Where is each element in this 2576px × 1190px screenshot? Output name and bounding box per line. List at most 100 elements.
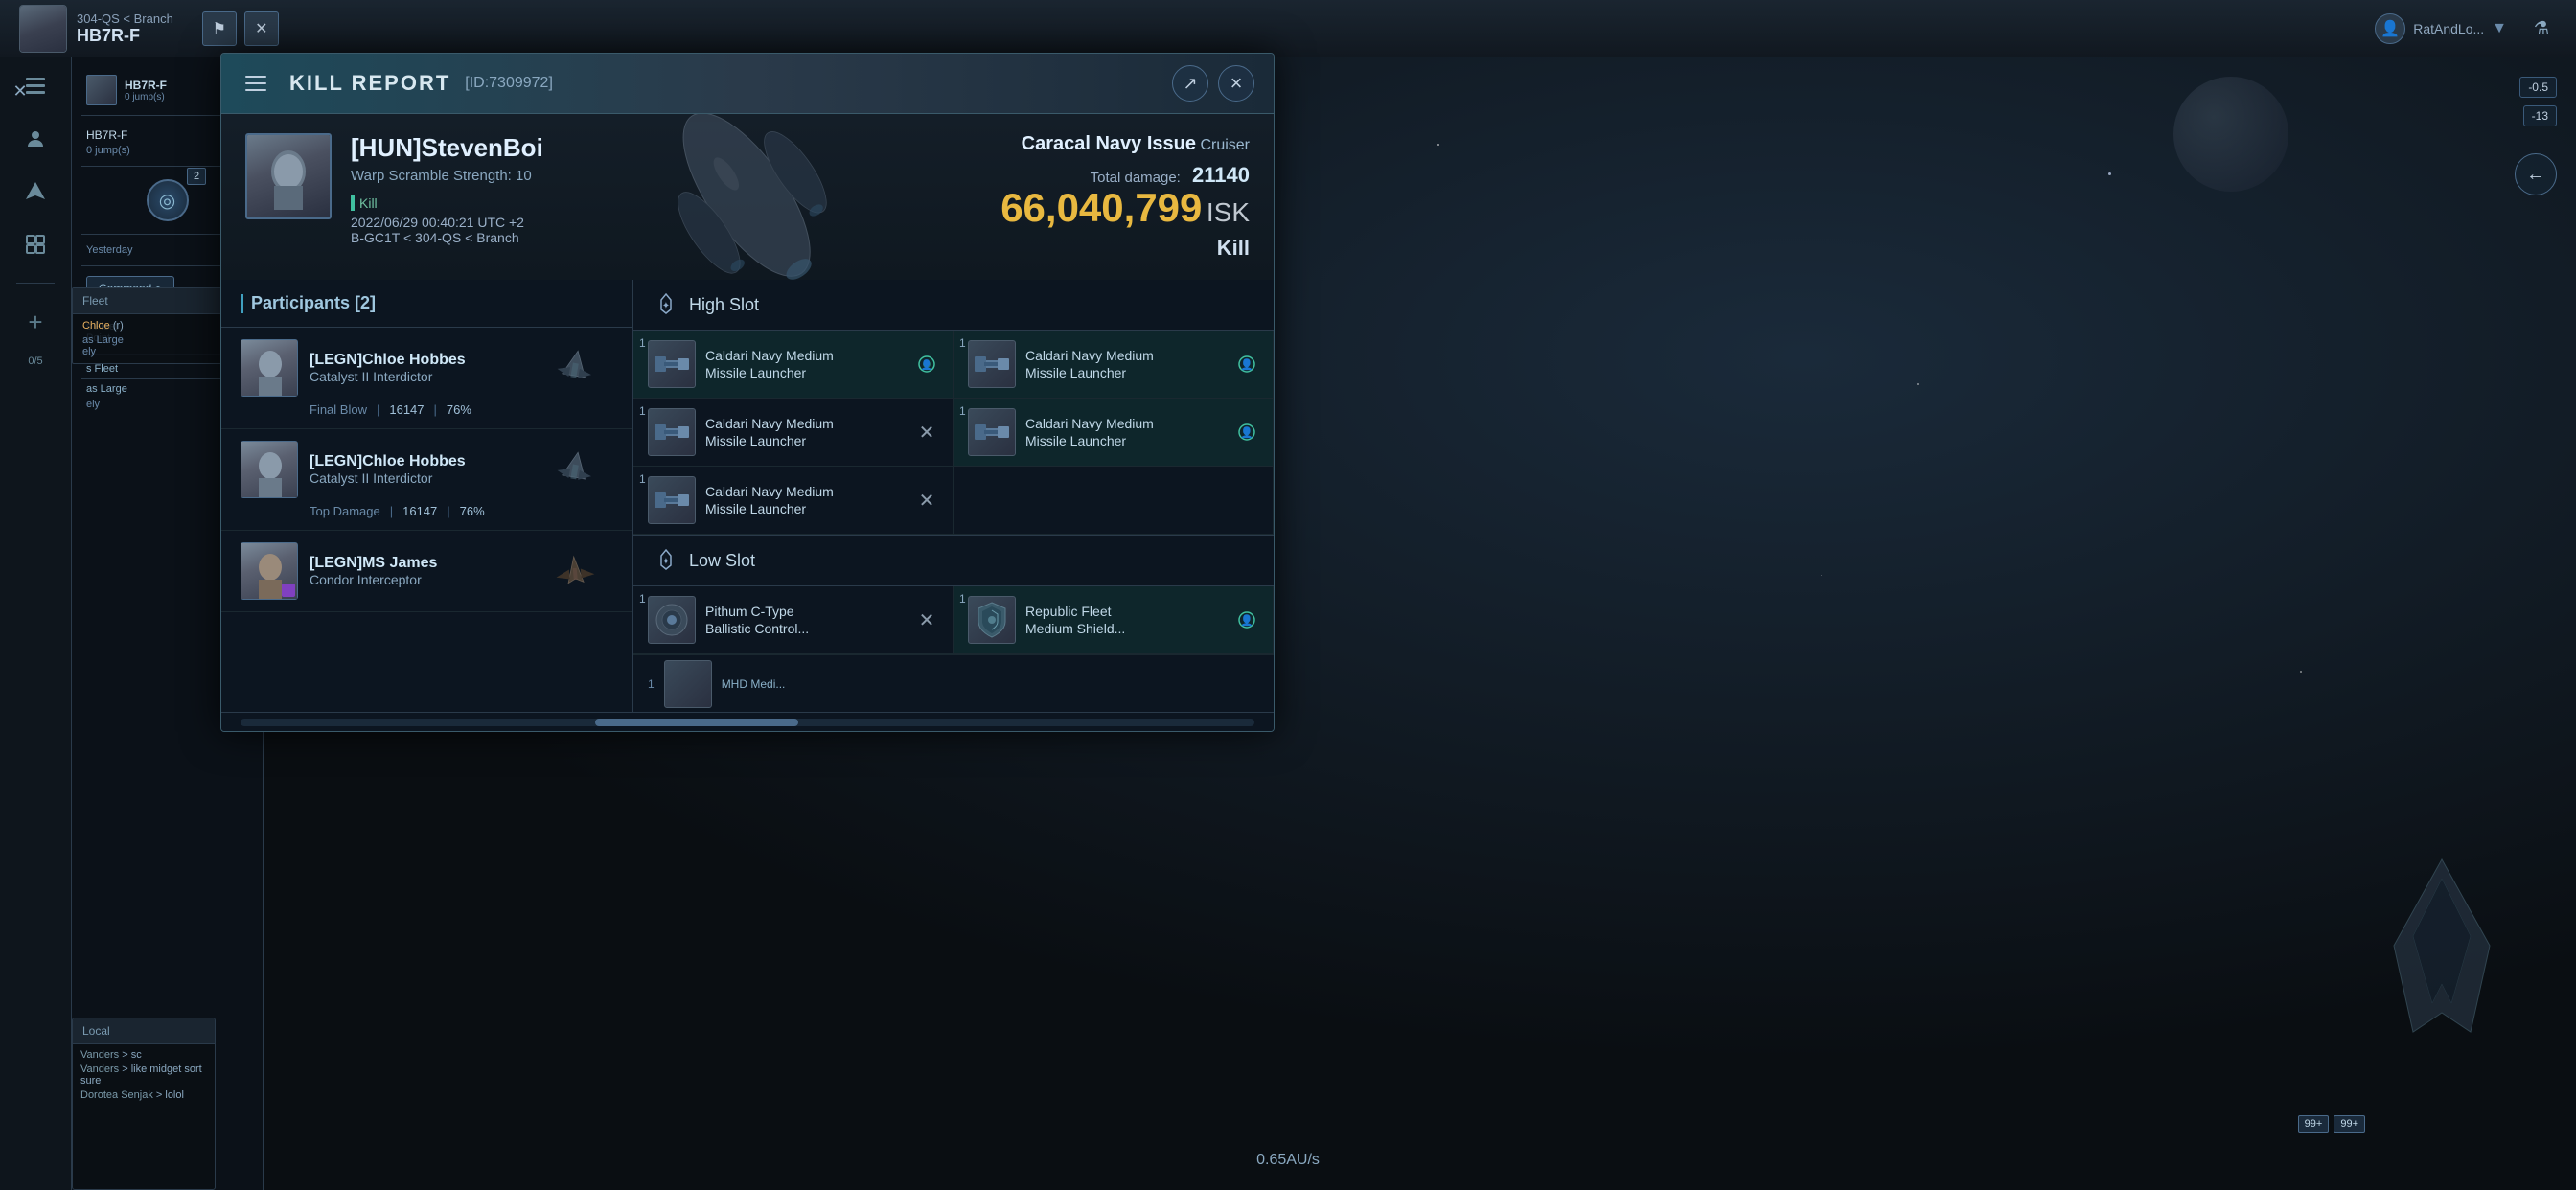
participants-header: Participants [2] [221,280,632,328]
character-portrait[interactable] [19,5,67,53]
modal-close-button[interactable]: × [1218,65,1254,102]
equip-item-2[interactable]: 1 Caldari Navy MediumMissile Launcher [954,331,1274,399]
number-2: 2 [187,168,206,185]
participant-1-ship: Catalyst II Interdictor [310,369,466,384]
number-badge-2: 2 [187,168,206,185]
filter-icon[interactable]: ⚗ [2526,13,2557,44]
fleet-name-1: Chloe [82,320,110,332]
top-bar-right: 👤 RatAndLo... ▼ ⚗ [2375,13,2557,44]
ship-name-line: Caracal Navy Issue Cruiser [981,133,1250,155]
export-icon: ↗ [1183,74,1197,94]
star [2300,671,2302,673]
account-dropdown[interactable]: ▼ [2492,20,2507,37]
participant-3-top: [LEGN]MS James Condor Interceptor [241,542,613,600]
participant-3-ship: Condor Interceptor [310,572,437,587]
rank-badge [282,584,295,597]
low-slot-label: Low Slot [689,551,755,571]
equip-icon-4 [968,408,1016,456]
char-mini-name: HB7R-F [125,79,167,92]
chat-msg-1: Vanders > like midget sort sure [80,1064,207,1087]
equip-name-5: Caldari Navy MediumMissile Launcher [705,483,834,517]
modal-export-button[interactable]: ↗ [1172,65,1208,102]
participant-2-stats: Top Damage | 16147 | 76% [241,504,613,518]
equip-item-5[interactable]: 1 Caldari Navy MediumMissile Launcher ✕ [633,467,954,535]
msg-0-sender: Vanders [80,1049,119,1061]
modal-header-bar: KILL REPORT [ID:7309972] ↗ × [221,54,1274,114]
equip-name-3: Caldari Navy MediumMissile Launcher [705,415,834,449]
close-panel-button[interactable]: ✕ [8,79,33,103]
stat-divider-2: | [390,504,393,518]
low-slot-icon: ✦ [653,547,679,574]
equip-low-qty-1: 1 [639,592,646,606]
msg-0-text: > sc [122,1049,141,1061]
top-bar-left: 304-QS < Branch HB7R-F ⚑ ✕ [19,5,279,53]
equip-low-status-1: ✕ [915,608,938,631]
isk-line: 66,040,799 ISK [981,188,1250,228]
participant-1-portrait [241,339,298,397]
equip-item-3[interactable]: 1 Caldari Navy MediumMissile Launcher ✕ [633,399,954,467]
distance-badge: -0.5 [2519,77,2557,98]
participant-2-ship: Catalyst II Interdictor [310,470,466,486]
sidebar-icon-inventory[interactable] [16,225,55,263]
top-icons: ⚑ ✕ [202,11,279,46]
background-moon [2174,77,2288,192]
participant-2-info: [LEGN]Chloe Hobbes Catalyst II Interdict… [310,453,466,486]
high-slot-icon: ✦ [653,291,679,318]
stat-damage-1: 16147 [389,402,424,417]
star [2108,172,2111,175]
msg-2-sender: Dorotea Senjak [80,1089,153,1101]
icon-btn-1[interactable]: ⚑ [202,11,237,46]
chat-msg-2: Dorotea Senjak > lolol [80,1089,207,1101]
equip-item-4[interactable]: 1 Caldari Navy MediumMissile Launcher [954,399,1274,467]
chat-header: Local [73,1018,215,1044]
equip-item-1[interactable]: 1 Caldari Navy Medium Missile Launcher [633,331,954,399]
participant-3[interactable]: [LEGN]MS James Condor Interceptor [221,531,632,612]
modal-menu-button[interactable] [241,66,275,101]
char-mini-info: HB7R-F 0 jump(s) [125,79,167,103]
sidebar-icon-nav[interactable] [16,172,55,211]
equip-name-2: Caldari Navy MediumMissile Launcher [1025,347,1154,381]
account-icon[interactable]: 👤 [2375,13,2405,44]
participant-2[interactable]: [LEGN]Chloe Hobbes Catalyst II Interdict… [221,429,632,531]
ship-svg [594,114,901,280]
stat-pct-2: 76% [460,504,485,518]
star [1917,383,1919,385]
modal-scrollbar[interactable] [221,712,1274,731]
svg-text:👤: 👤 [921,358,932,371]
back-arrow-button[interactable]: ← [2515,153,2557,195]
equip-low-icon-1 [648,596,696,644]
target-badge: -13 [2523,105,2557,126]
speed-indicator: 0.65AU/s [1256,1152,1320,1169]
equip-icon-5 [648,476,696,524]
scrollbar-thumb[interactable] [595,719,798,726]
participants-title: Participants [2] [251,293,376,313]
more-equipment-partial: 1 MHD Medi... [633,654,1274,712]
equip-low-1[interactable]: 1 Pithum C-Type Ballistic Control... ✕ [633,586,954,654]
kill-report-modal[interactable]: KILL REPORT [ID:7309972] ↗ × [220,53,1275,732]
total-damage-text: Total damage: [1091,170,1181,186]
character-name: HB7R-F [77,26,173,46]
portrait-2-inner [242,442,297,497]
icon-btn-2[interactable]: ✕ [244,11,279,46]
isk-value: 66,040,799 [1000,185,1202,230]
autopilot-icon[interactable]: ◎ [147,179,189,221]
sidebar-icon-character[interactable] [16,120,55,158]
sidebar-icon-plus[interactable]: + [16,303,55,341]
participant-1[interactable]: [LEGN]Chloe Hobbes Catalyst II Interdict… [221,328,632,429]
equip-icon-2 [968,340,1016,388]
victim-portrait [245,133,332,219]
skill-badge-99: 99+ [2298,1115,2330,1133]
low-slot-header: ✦ Low Slot [633,535,1274,586]
system-label: 304-QS < Branch [77,11,173,26]
equip-low-2[interactable]: 1 Republic Fleet Medium Shield... [954,586,1274,654]
char-mini-portrait[interactable] [86,75,117,105]
menu-line-3 [245,89,266,91]
svg-text:👤: 👤 [1240,358,1254,371]
chat-msg-0: Vanders > sc [80,1049,207,1061]
stat-pct-1: 76% [447,402,472,417]
partial-name: MHD Medi... [722,677,786,691]
participant-1-ship-icon [537,344,613,392]
participants-panel: Participants [2] [221,280,633,712]
participant-2-portrait [241,441,298,498]
modal-content: KILL REPORT [ID:7309972] ↗ × [220,53,1275,732]
